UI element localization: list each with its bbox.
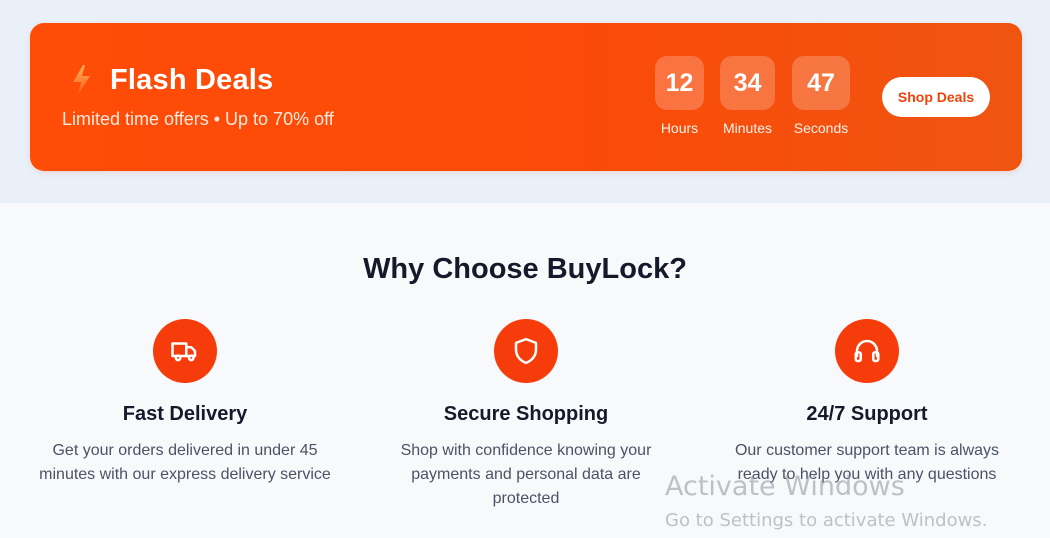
feature-icon-circle [494,319,558,383]
headphones-icon [854,339,880,363]
countdown-seconds-label: Seconds [793,120,849,136]
shop-deals-button[interactable]: Shop Deals [882,77,990,117]
flash-deals-subtitle: Limited time offers • Up to 70% off [62,109,334,129]
activate-windows-watermark-subtitle: Go to Settings to activate Windows. [665,510,988,531]
feature-title: Secure Shopping [443,403,609,425]
why-choose-title: Why Choose BuyLock? [363,253,687,285]
flash-deals-title: Flash Deals [110,64,274,96]
feature-title: 24/7 Support [806,403,928,425]
feature-support: 24/7 Support Our customer support team i… [707,319,1027,487]
countdown-minutes-label: Minutes [722,120,773,136]
countdown-hours-label: Hours [660,120,699,136]
shield-icon [514,337,538,365]
lightning-bolt-icon [73,65,90,95]
feature-secure-shopping: Secure Shopping Shop with confidence kno… [366,319,686,511]
countdown-seconds: 47 [792,56,850,110]
feature-icon-circle [835,319,899,383]
feature-icon-circle [153,319,217,383]
countdown-minutes: 34 [720,56,775,110]
activate-windows-watermark-title: Activate Windows [665,471,905,502]
truck-icon [171,342,197,362]
feature-description: Shop with confidence knowing your paymen… [400,442,652,507]
countdown-hours: 12 [655,56,704,110]
feature-title: Fast Delivery [122,403,248,425]
feature-fast-delivery: Fast Delivery Get your orders delivered … [25,319,345,487]
feature-description: Get your orders delivered in under 45 mi… [39,442,331,483]
